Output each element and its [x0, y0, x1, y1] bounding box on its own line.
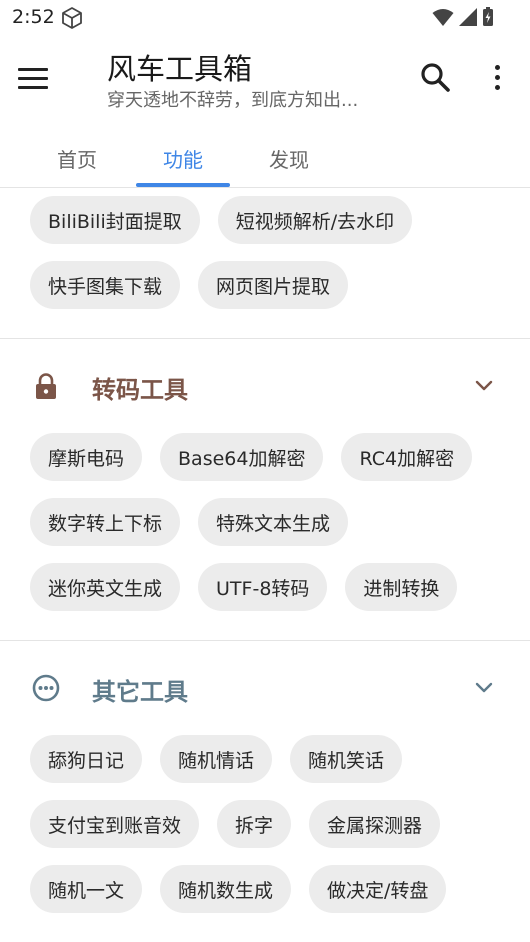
chevron-down-icon[interactable] — [473, 378, 495, 394]
chip-row: 随机一文 随机数生成 做决定/转盘 — [30, 865, 447, 913]
tab-discover[interactable]: 发现 — [242, 130, 336, 186]
menu-icon — [18, 67, 48, 71]
menu-button[interactable] — [18, 58, 62, 98]
tool-chip[interactable]: BiliBili封面提取 — [30, 196, 200, 244]
more-options-button[interactable] — [486, 60, 508, 94]
chip-row: 支付宝到账音效 拆字 金属探测器 — [30, 800, 441, 848]
app-bar: 风车工具箱 穿天透地不辞劳，到底方知出... — [0, 36, 530, 122]
tool-chip[interactable]: 数字转上下标 — [30, 498, 181, 546]
tool-chip[interactable]: 进制转换 — [345, 563, 458, 611]
tool-chip[interactable]: 短视频解析/去水印 — [217, 196, 413, 244]
tool-chip[interactable]: 随机一文 — [30, 865, 143, 913]
tool-chip[interactable]: 拆字 — [217, 800, 292, 848]
tool-chip[interactable]: UTF-8转码 — [198, 563, 328, 611]
tool-chip[interactable]: 随机数生成 — [160, 865, 292, 913]
chevron-down-icon[interactable] — [473, 680, 495, 696]
chip-row: 舔狗日记 随机情话 随机笑话 — [30, 735, 403, 783]
section-header-transcode[interactable]: 转码工具 — [0, 356, 530, 416]
tool-chip[interactable]: 迷你英文生成 — [30, 563, 181, 611]
more-vert-icon — [494, 64, 500, 70]
more-circle-icon — [32, 674, 60, 702]
chip-row: 数字转上下标 特殊文本生成 — [30, 498, 349, 546]
chip-row: 摩斯电码 Base64加解密 RC4加解密 — [30, 433, 473, 481]
tool-chip[interactable]: 金属探测器 — [309, 800, 441, 848]
cube-icon — [62, 7, 82, 29]
chip-row: BiliBili封面提取 短视频解析/去水印 — [30, 196, 413, 244]
section-title: 其它工具 — [92, 678, 188, 706]
tab-home[interactable]: 首页 — [30, 130, 124, 186]
tool-chip[interactable]: 做决定/转盘 — [309, 865, 447, 913]
app-subtitle: 穿天透地不辞劳，到底方知出... — [107, 90, 359, 111]
search-icon[interactable] — [418, 60, 452, 94]
section-header-other[interactable]: 其它工具 — [0, 658, 530, 718]
chip-row: 迷你英文生成 UTF-8转码 进制转换 — [30, 563, 458, 611]
status-icons — [432, 6, 494, 28]
tool-chip[interactable]: RC4加解密 — [341, 433, 473, 481]
tool-chip[interactable]: 快手图集下载 — [30, 261, 181, 309]
section-divider — [0, 338, 530, 339]
tool-chip[interactable]: 特殊文本生成 — [198, 498, 349, 546]
functions-list[interactable]: BiliBili封面提取 短视频解析/去水印 快手图集下载 网页图片提取 转码工… — [0, 188, 530, 942]
tool-chip[interactable]: Base64加解密 — [160, 433, 324, 481]
tool-chip[interactable]: 舔狗日记 — [30, 735, 143, 783]
section-title: 转码工具 — [92, 376, 188, 404]
tool-chip[interactable]: 随机情话 — [160, 735, 273, 783]
tool-chip[interactable]: 网页图片提取 — [198, 261, 349, 309]
app-title: 风车工具箱 — [107, 52, 253, 86]
status-time: 2:52 — [12, 6, 55, 28]
tool-chip[interactable]: 支付宝到账音效 — [30, 800, 200, 848]
chip-row: 快手图集下载 网页图片提取 — [30, 261, 349, 309]
tool-chip[interactable]: 随机笑话 — [290, 735, 403, 783]
tool-chip[interactable]: 摩斯电码 — [30, 433, 143, 481]
section-divider — [0, 640, 530, 641]
wifi-icon — [432, 9, 454, 26]
lock-icon — [36, 373, 56, 399]
signal-icon — [459, 8, 477, 26]
tab-bar: 首页 功能 发现 — [0, 130, 530, 188]
tab-functions[interactable]: 功能 — [136, 130, 230, 186]
status-bar: 2:52 — [0, 0, 530, 36]
battery-icon — [483, 7, 493, 26]
